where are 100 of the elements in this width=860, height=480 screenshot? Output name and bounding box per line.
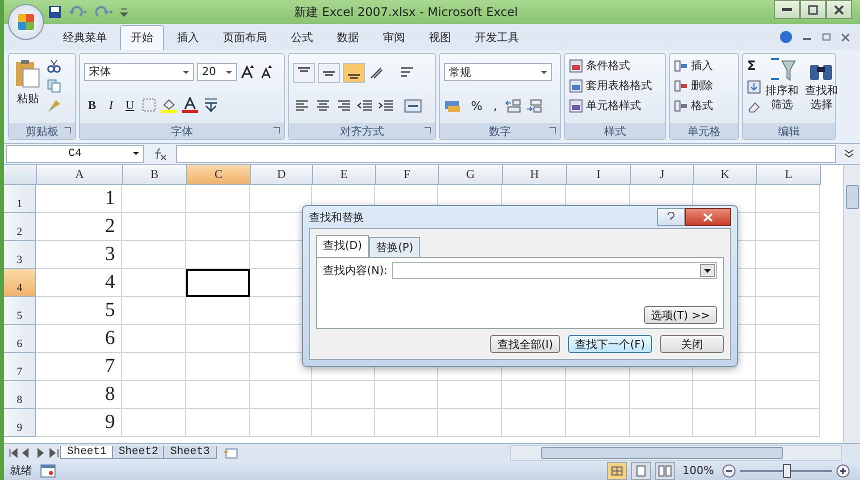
zoom-out-icon[interactable] (722, 464, 736, 478)
macro-record-icon[interactable] (40, 464, 56, 478)
decrease-decimal-icon[interactable] (525, 98, 544, 114)
close-button[interactable] (826, 0, 852, 19)
new-sheet-icon[interactable] (222, 446, 239, 458)
dialog-button[interactable]: 查找全部(I) (490, 335, 560, 353)
function-icon[interactable] (152, 147, 168, 161)
minimize-button[interactable] (774, 0, 800, 19)
sheet-tab[interactable]: Sheet1 (60, 446, 114, 459)
column-header[interactable]: L (757, 165, 821, 185)
dialog-launcher-icon[interactable] (549, 127, 556, 134)
column-header[interactable]: D (251, 165, 313, 185)
editing-command[interactable]: 排序和筛选 (764, 57, 800, 113)
fill-down-icon[interactable] (747, 80, 761, 94)
number-style-button[interactable]: % (467, 98, 486, 113)
column-header[interactable]: I (567, 165, 631, 185)
column-header[interactable]: E (313, 165, 376, 185)
increase-decimal-icon[interactable] (504, 98, 522, 114)
paste-button[interactable]: 粘贴 (13, 57, 43, 108)
find-what-field[interactable] (392, 262, 717, 279)
shrink-font-icon[interactable] (259, 64, 275, 80)
row-header[interactable]: 3 (4, 241, 36, 269)
font-color-icon[interactable] (181, 97, 199, 114)
name-box[interactable]: C4 (6, 145, 144, 163)
copy-icon[interactable] (47, 79, 61, 93)
vertical-align-icon[interactable] (343, 62, 365, 83)
formula-input[interactable] (176, 145, 836, 163)
row-header[interactable]: 2 (4, 213, 36, 241)
row-header[interactable]: 8 (4, 381, 36, 409)
grow-font-icon[interactable] (240, 64, 256, 80)
fill-color-icon[interactable] (160, 97, 178, 114)
dialog-tab[interactable]: 查找(D) (316, 235, 370, 257)
customize-icon[interactable] (120, 7, 128, 17)
help-icon[interactable] (779, 30, 793, 44)
cut-icon[interactable] (47, 59, 61, 73)
close-icon[interactable] (841, 32, 850, 42)
options-button[interactable]: 选项(T) >> (644, 306, 717, 324)
dialog-launcher-icon[interactable] (273, 127, 280, 134)
row-header[interactable]: 6 (4, 325, 36, 353)
dialog-launcher-icon[interactable] (64, 127, 71, 134)
ribbon-tab[interactable]: 审阅 (372, 25, 416, 50)
vertical-scrollbar[interactable] (843, 165, 860, 443)
vertical-align-icon[interactable] (293, 62, 315, 83)
style-command[interactable]: 单元格样式 (569, 98, 661, 113)
cell-command[interactable]: 删除 (674, 78, 734, 93)
merge-cells-icon[interactable] (404, 98, 422, 114)
column-header[interactable]: A (37, 165, 123, 185)
autosum-button[interactable]: Σ (747, 59, 761, 74)
ribbon-tab[interactable]: 经典菜单 (52, 25, 118, 50)
sheet-tab[interactable]: Sheet2 (112, 446, 166, 459)
save-icon[interactable] (48, 5, 62, 19)
row-header[interactable]: 1 (4, 185, 36, 213)
zoom-slider-thumb[interactable] (783, 464, 791, 478)
cell-command[interactable]: 格式 (674, 98, 734, 113)
ribbon-tab[interactable]: 视图 (418, 25, 462, 50)
font-style-button[interactable]: B (84, 96, 100, 114)
font-name-dropdown[interactable]: 宋体 (84, 62, 194, 81)
number-format-dropdown[interactable]: 常规 (444, 63, 552, 82)
column-header[interactable]: C (187, 165, 251, 185)
dialog-button[interactable]: 关闭 (660, 335, 724, 353)
font-size-dropdown[interactable]: 20 (197, 62, 237, 81)
number-style-button[interactable]: , (489, 98, 502, 113)
zoom-in-icon[interactable] (836, 464, 850, 478)
row-header[interactable]: 4 (4, 269, 36, 297)
office-button[interactable] (8, 4, 44, 40)
cell-command[interactable]: 插入 (674, 58, 734, 73)
ribbon-tab[interactable]: 数据 (326, 25, 370, 50)
ribbon-tab[interactable]: 开发工具 (464, 25, 530, 50)
ribbon-tab[interactable]: 页面布局 (212, 25, 278, 50)
help-button[interactable] (657, 208, 685, 226)
dropdown-button[interactable] (700, 264, 715, 277)
column-header[interactable]: G (439, 165, 503, 185)
editing-command[interactable]: 查找和选择 (803, 57, 840, 113)
dialog-launcher-icon[interactable] (424, 127, 431, 134)
close-button[interactable] (685, 208, 731, 226)
font-style-button[interactable]: I (103, 96, 119, 114)
style-command[interactable]: 条件格式 (569, 58, 661, 73)
dialog-button[interactable]: 查找下一个(F) (568, 335, 652, 353)
phonetic-icon[interactable] (202, 97, 220, 114)
border-icon[interactable] (141, 97, 157, 114)
column-header[interactable]: F (376, 165, 439, 185)
dialog-tab[interactable]: 替换(P) (369, 237, 420, 257)
row-header[interactable]: 7 (4, 353, 36, 381)
column-header[interactable]: K (694, 165, 757, 185)
eraser-icon[interactable] (747, 100, 761, 114)
ribbon-tab[interactable]: 开始 (120, 25, 164, 50)
ribbon-tab[interactable]: 插入 (166, 25, 210, 50)
view-button[interactable] (606, 462, 627, 480)
column-header[interactable]: B (123, 165, 187, 185)
view-button[interactable] (654, 462, 675, 480)
column-header[interactable]: J (631, 165, 694, 185)
horizontal-scrollbar[interactable] (510, 444, 842, 460)
vertical-align-icon[interactable] (318, 62, 340, 83)
zoom-level[interactable]: 100% (682, 464, 714, 477)
ribbon-tab[interactable]: 公式 (280, 25, 324, 50)
style-command[interactable]: 套用表格格式 (569, 78, 661, 93)
view-button[interactable] (630, 462, 651, 480)
maximize-button[interactable] (800, 0, 826, 19)
sheet-tab[interactable]: Sheet3 (163, 446, 217, 459)
active-cell[interactable] (186, 269, 250, 297)
